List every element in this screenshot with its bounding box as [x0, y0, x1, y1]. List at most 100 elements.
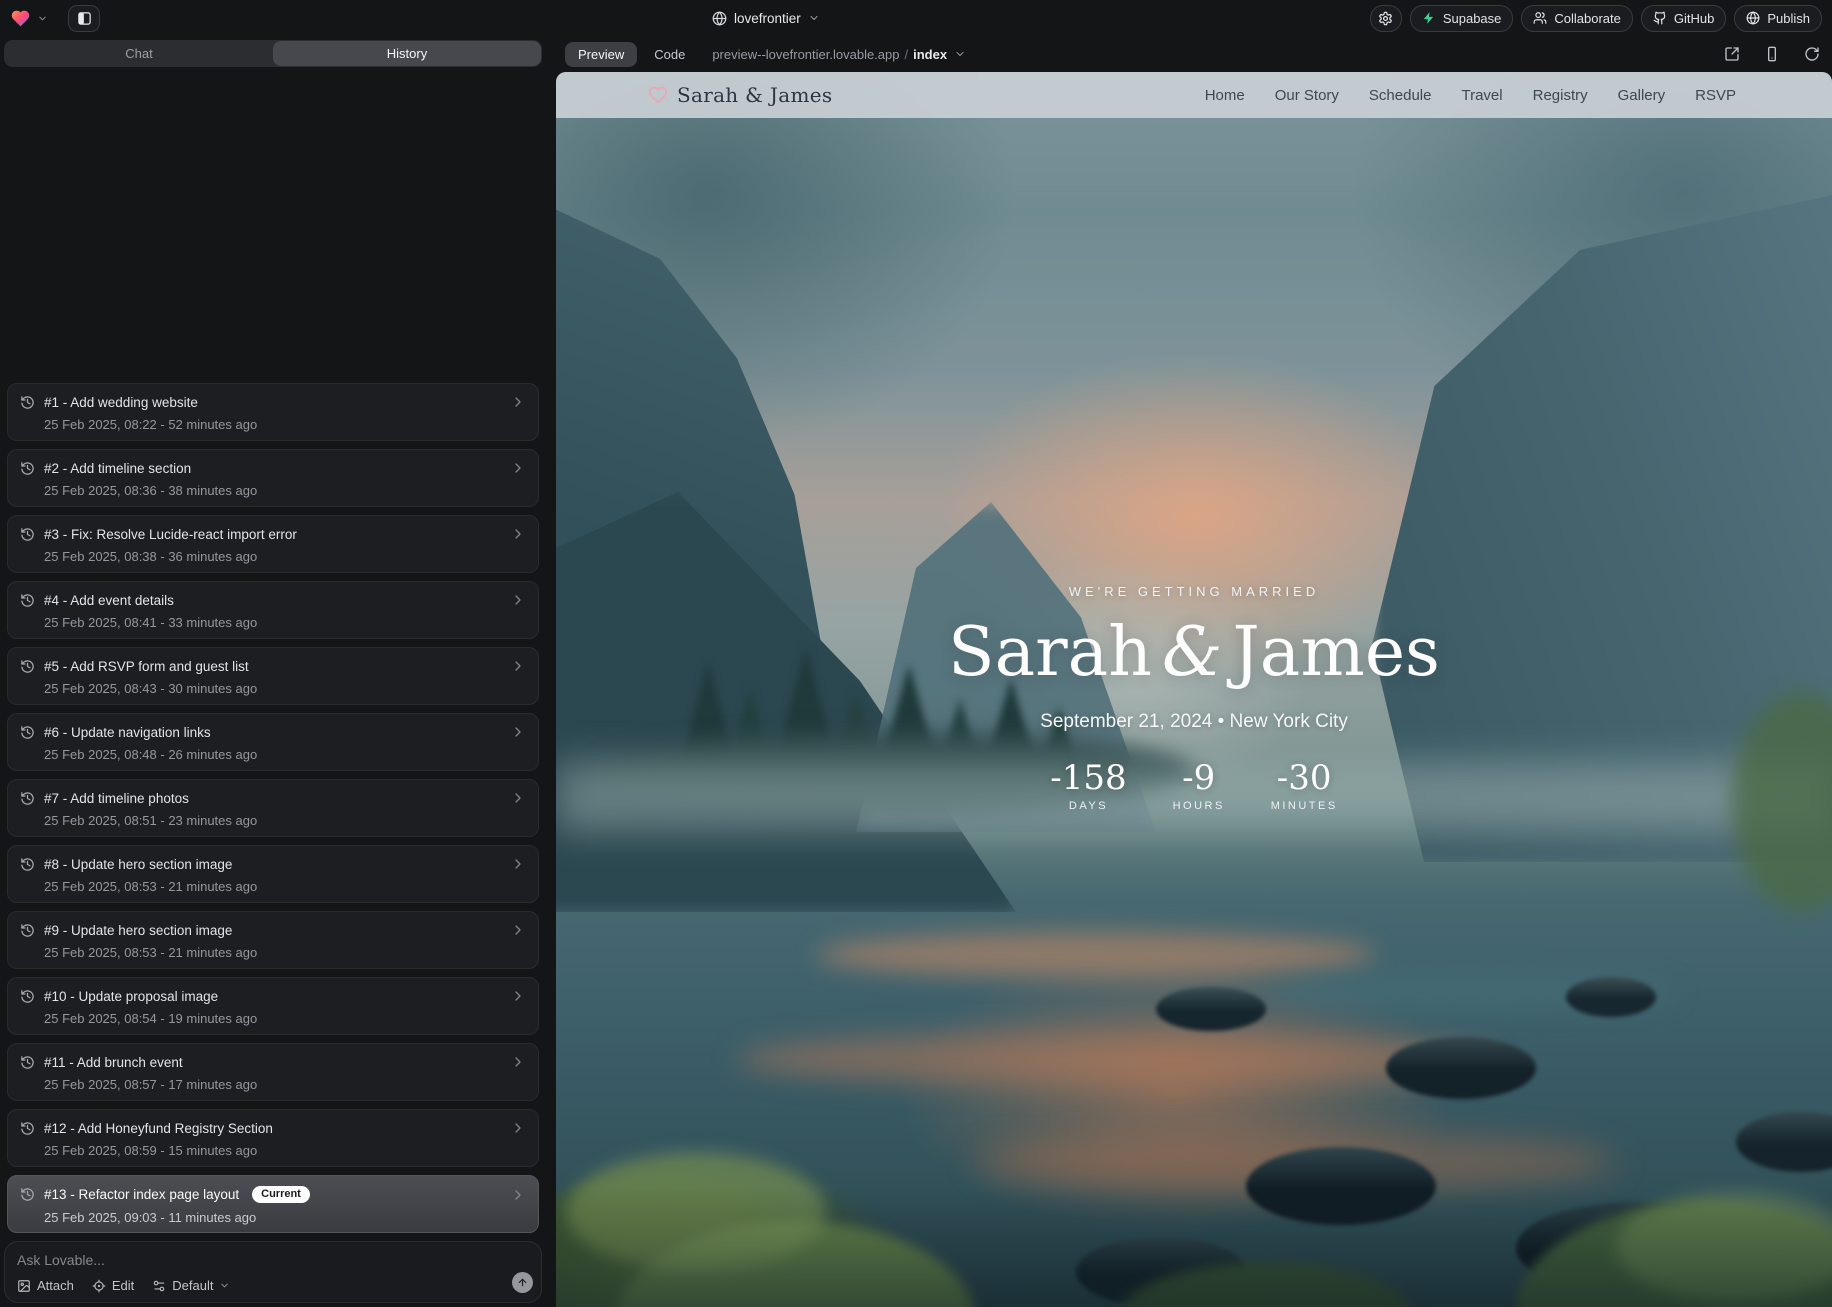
tab-chat[interactable]: Chat: [5, 41, 273, 66]
history-icon: [20, 857, 35, 872]
history-icon: [20, 593, 35, 608]
site-nav: Home Our Story Schedule Travel Registry …: [1205, 87, 1736, 104]
project-name: lovefrontier: [734, 11, 801, 26]
site-logo[interactable]: Sarah & James: [648, 83, 832, 107]
history-item[interactable]: #11 - Add brunch event 25 Feb 2025, 08:5…: [7, 1043, 539, 1101]
url-bar[interactable]: preview--lovefrontier.lovable.app / inde…: [712, 47, 966, 62]
history-item-date: 25 Feb 2025, 09:03 - 11 minutes ago: [44, 1210, 526, 1225]
chevron-right-icon: [510, 526, 526, 542]
supabase-button[interactable]: Supabase: [1410, 5, 1514, 32]
supabase-icon: [1422, 11, 1436, 25]
photo-shape: [816, 932, 1376, 978]
photo-shape: [1566, 977, 1656, 1017]
locate-icon: [92, 1279, 106, 1293]
tab-history[interactable]: History: [273, 41, 541, 66]
chevron-right-icon: [510, 724, 526, 740]
refresh-icon[interactable]: [1804, 46, 1820, 62]
history-item-date: 25 Feb 2025, 08:43 - 30 minutes ago: [44, 681, 526, 696]
hero-title-second: James: [1233, 613, 1440, 692]
history-item-current[interactable]: #13 - Refactor index page layout Current…: [7, 1175, 539, 1233]
publish-globe-icon: [1746, 11, 1760, 25]
composer: Attach Edit Default: [4, 1241, 542, 1303]
history-item-date: 25 Feb 2025, 08:59 - 15 minutes ago: [44, 1143, 526, 1158]
open-external-icon[interactable]: [1724, 46, 1740, 62]
chevron-down-icon: [219, 1280, 230, 1291]
project-selector[interactable]: lovefrontier: [712, 0, 820, 36]
history-item[interactable]: #5 - Add RSVP form and guest list 25 Feb…: [7, 647, 539, 705]
nav-link-home[interactable]: Home: [1205, 87, 1245, 104]
tab-code[interactable]: Code: [654, 47, 685, 62]
arrow-up-icon: [517, 1277, 528, 1288]
collaborate-label: Collaborate: [1554, 11, 1621, 26]
nav-link-schedule[interactable]: Schedule: [1369, 87, 1432, 104]
photo-shape: [1156, 987, 1266, 1031]
logo-chevron-icon[interactable]: [37, 13, 48, 24]
chevron-down-icon: [808, 12, 820, 24]
history-icon: [20, 1121, 35, 1136]
history-item[interactable]: #6 - Update navigation links 25 Feb 2025…: [7, 713, 539, 771]
nav-link-registry[interactable]: Registry: [1533, 87, 1588, 104]
history-item[interactable]: #4 - Add event details 25 Feb 2025, 08:4…: [7, 581, 539, 639]
history-item[interactable]: #7 - Add timeline photos 25 Feb 2025, 08…: [7, 779, 539, 837]
history-item[interactable]: #12 - Add Honeyfund Registry Section 25 …: [7, 1109, 539, 1167]
history-item-title: #9 - Update hero section image: [44, 923, 232, 938]
history-item-date: 25 Feb 2025, 08:41 - 33 minutes ago: [44, 615, 526, 630]
history-icon: [20, 791, 35, 806]
attach-label: Attach: [37, 1278, 74, 1293]
mobile-view-icon[interactable]: [1764, 46, 1780, 62]
photo-shape: [556, 1187, 1832, 1307]
countdown-minutes: -30 MINUTES: [1271, 761, 1338, 812]
preview-toolbar: Preview Code preview--lovefrontier.lovab…: [556, 36, 1832, 72]
preview-panel: Preview Code preview--lovefrontier.lovab…: [556, 36, 1832, 1307]
lovable-logo[interactable]: [10, 8, 31, 29]
chevron-right-icon: [510, 856, 526, 872]
history-item-title: #6 - Update navigation links: [44, 725, 211, 740]
send-button[interactable]: [512, 1272, 533, 1293]
nav-link-rsvp[interactable]: RSVP: [1695, 87, 1736, 104]
settings-button[interactable]: [1370, 5, 1402, 32]
url-host: preview--lovefrontier.lovable.app: [712, 47, 899, 62]
history-list: #1 - Add wedding website 25 Feb 2025, 08…: [0, 75, 546, 1233]
nav-link-travel[interactable]: Travel: [1461, 87, 1502, 104]
sliders-icon: [152, 1279, 166, 1293]
history-item[interactable]: #1 - Add wedding website 25 Feb 2025, 08…: [7, 383, 539, 441]
publish-button[interactable]: Publish: [1734, 5, 1822, 32]
hero-section: WE'RE GETTING MARRIED Sarah&James Septem…: [556, 584, 1832, 812]
github-button[interactable]: GitHub: [1641, 5, 1726, 32]
history-item-date: 25 Feb 2025, 08:53 - 21 minutes ago: [44, 945, 526, 960]
edit-label: Edit: [112, 1278, 134, 1293]
gear-icon: [1378, 11, 1393, 26]
hero-eyebrow: WE'RE GETTING MARRIED: [556, 584, 1832, 599]
history-item-date: 25 Feb 2025, 08:36 - 38 minutes ago: [44, 483, 526, 498]
countdown: -158 DAYS -9 HOURS -30 MINUTES: [556, 761, 1832, 812]
chevron-right-icon: [510, 460, 526, 476]
history-item-title: #7 - Add timeline photos: [44, 791, 189, 806]
nav-link-gallery[interactable]: Gallery: [1618, 87, 1666, 104]
sidebar-toggle-button[interactable]: [68, 5, 100, 32]
github-label: GitHub: [1674, 11, 1714, 26]
history-item-title: #11 - Add brunch event: [44, 1055, 183, 1070]
history-icon: [20, 923, 35, 938]
history-icon: [20, 461, 35, 476]
countdown-label: HOURS: [1167, 800, 1231, 812]
nav-link-our-story[interactable]: Our Story: [1275, 87, 1339, 104]
edit-button[interactable]: Edit: [92, 1278, 134, 1293]
github-icon: [1653, 11, 1667, 25]
history-item[interactable]: #8 - Update hero section image 25 Feb 20…: [7, 845, 539, 903]
history-item[interactable]: #10 - Update proposal image 25 Feb 2025,…: [7, 977, 539, 1035]
history-item[interactable]: #9 - Update hero section image 25 Feb 20…: [7, 911, 539, 969]
prompt-input[interactable]: [17, 1252, 477, 1272]
tab-preview[interactable]: Preview: [565, 42, 637, 67]
attach-button[interactable]: Attach: [17, 1278, 74, 1293]
history-icon: [20, 989, 35, 1004]
collaborate-button[interactable]: Collaborate: [1521, 5, 1633, 32]
history-item[interactable]: #2 - Add timeline section 25 Feb 2025, 0…: [7, 449, 539, 507]
history-item[interactable]: #3 - Fix: Resolve Lucide-react import er…: [7, 515, 539, 573]
supabase-label: Supabase: [1443, 11, 1502, 26]
left-panel: Chat History #1 - Add wedding website 25…: [0, 36, 546, 1307]
history-item-date: 25 Feb 2025, 08:48 - 26 minutes ago: [44, 747, 526, 762]
chevron-down-icon: [954, 48, 966, 60]
history-item-date: 25 Feb 2025, 08:53 - 21 minutes ago: [44, 879, 526, 894]
mode-selector[interactable]: Default: [152, 1278, 230, 1293]
history-item-title: #12 - Add Honeyfund Registry Section: [44, 1121, 273, 1136]
